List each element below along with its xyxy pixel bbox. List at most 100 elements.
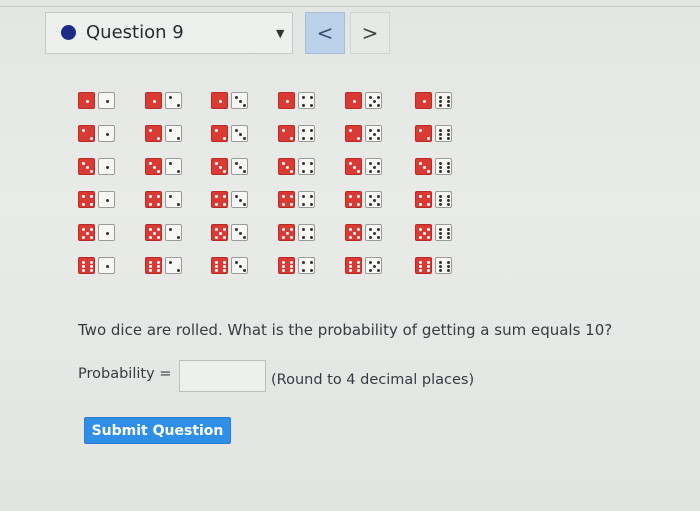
die-pip: [302, 268, 306, 272]
die-pip: [439, 166, 443, 169]
die-pip: [89, 265, 93, 268]
question-text: Two dice are rolled. What is the probabi…: [78, 321, 613, 339]
die-pip: [235, 96, 239, 100]
dice-pair: [78, 191, 118, 209]
die-pip: [426, 228, 430, 232]
die-pip: [176, 103, 180, 107]
die-pip: [369, 103, 373, 107]
die-pip: [356, 260, 360, 264]
die-pip: [439, 170, 443, 174]
die-pip: [419, 129, 423, 133]
die-pip: [282, 260, 286, 264]
die-pip: [176, 268, 180, 272]
die-pip: [89, 235, 93, 239]
die-pip: [309, 162, 313, 166]
die-pip: [239, 265, 242, 268]
die-pip: [286, 100, 289, 103]
die-pip: [289, 269, 293, 273]
die-pip: [369, 195, 373, 199]
die-pip: [89, 260, 93, 264]
die-pip: [446, 166, 450, 169]
dice-pair: [78, 125, 118, 143]
die-pip: [353, 100, 356, 103]
white-die: [298, 257, 315, 274]
die-pip: [369, 96, 373, 100]
die-pip: [289, 260, 293, 264]
die-pip: [222, 136, 226, 140]
red-die: [278, 125, 295, 142]
die-pip: [446, 199, 450, 202]
die-pip: [82, 269, 86, 273]
die-pip: [439, 100, 443, 103]
white-die: [435, 158, 452, 175]
red-die: [278, 158, 295, 175]
die-pip: [302, 136, 306, 140]
die-pip: [149, 269, 153, 273]
die-pip: [219, 166, 222, 169]
die-pip: [446, 161, 450, 165]
die-pip: [419, 162, 423, 166]
die-pip: [82, 235, 86, 239]
die-pip: [222, 169, 226, 173]
die-pip: [309, 103, 313, 107]
die-pip: [356, 169, 360, 173]
die-pip: [149, 195, 153, 199]
previous-question-button[interactable]: <: [305, 12, 345, 54]
die-pip: [356, 202, 360, 206]
die-pip: [156, 235, 160, 239]
dice-pair: [211, 191, 251, 209]
die-pip: [446, 265, 450, 268]
dice-pair: [211, 92, 251, 110]
die-pip: [419, 235, 423, 239]
die-pip: [302, 169, 306, 173]
die-pip: [426, 260, 430, 264]
die-pip: [376, 96, 380, 100]
die-pip: [282, 228, 286, 232]
die-pip: [373, 100, 376, 103]
die-pip: [419, 202, 423, 206]
die-pip: [86, 166, 89, 169]
probability-input[interactable]: [179, 360, 266, 392]
die-pip: [369, 202, 373, 206]
white-die: [298, 224, 315, 241]
white-die: [231, 92, 248, 109]
dice-pair: [345, 257, 385, 275]
die-pip: [106, 199, 109, 202]
die-pip: [149, 202, 153, 206]
die-pip: [423, 100, 426, 103]
die-pip: [169, 129, 173, 133]
red-die: [345, 92, 362, 109]
red-die: [278, 92, 295, 109]
question-selector[interactable]: Question 9 ▼: [45, 12, 293, 54]
dice-pair: [345, 191, 385, 209]
die-pip: [302, 195, 306, 199]
dice-pair: [278, 158, 318, 176]
die-pip: [149, 260, 153, 264]
die-pip: [426, 202, 430, 206]
next-question-button[interactable]: >: [350, 12, 390, 54]
chevron-down-icon[interactable]: ▼: [276, 27, 284, 40]
die-pip: [309, 268, 313, 272]
dice-pair: [145, 125, 185, 143]
submit-question-button[interactable]: Submit Question: [84, 417, 231, 444]
die-pip: [82, 162, 86, 166]
red-die: [415, 125, 432, 142]
die-pip: [446, 236, 450, 240]
die-pip: [369, 261, 373, 265]
white-die: [298, 191, 315, 208]
die-pip: [282, 195, 286, 199]
die-pip: [222, 235, 226, 239]
die-pip: [369, 169, 373, 173]
die-pip: [235, 162, 239, 166]
die-pip: [446, 137, 450, 141]
die-pip: [439, 104, 443, 108]
die-pip: [446, 260, 450, 264]
die-pip: [286, 166, 289, 169]
red-die: [415, 224, 432, 241]
dice-pair: [278, 92, 318, 110]
die-pip: [439, 232, 443, 235]
die-pip: [215, 269, 219, 273]
die-pip: [289, 136, 293, 140]
die-pip: [446, 128, 450, 132]
white-die: [435, 191, 452, 208]
